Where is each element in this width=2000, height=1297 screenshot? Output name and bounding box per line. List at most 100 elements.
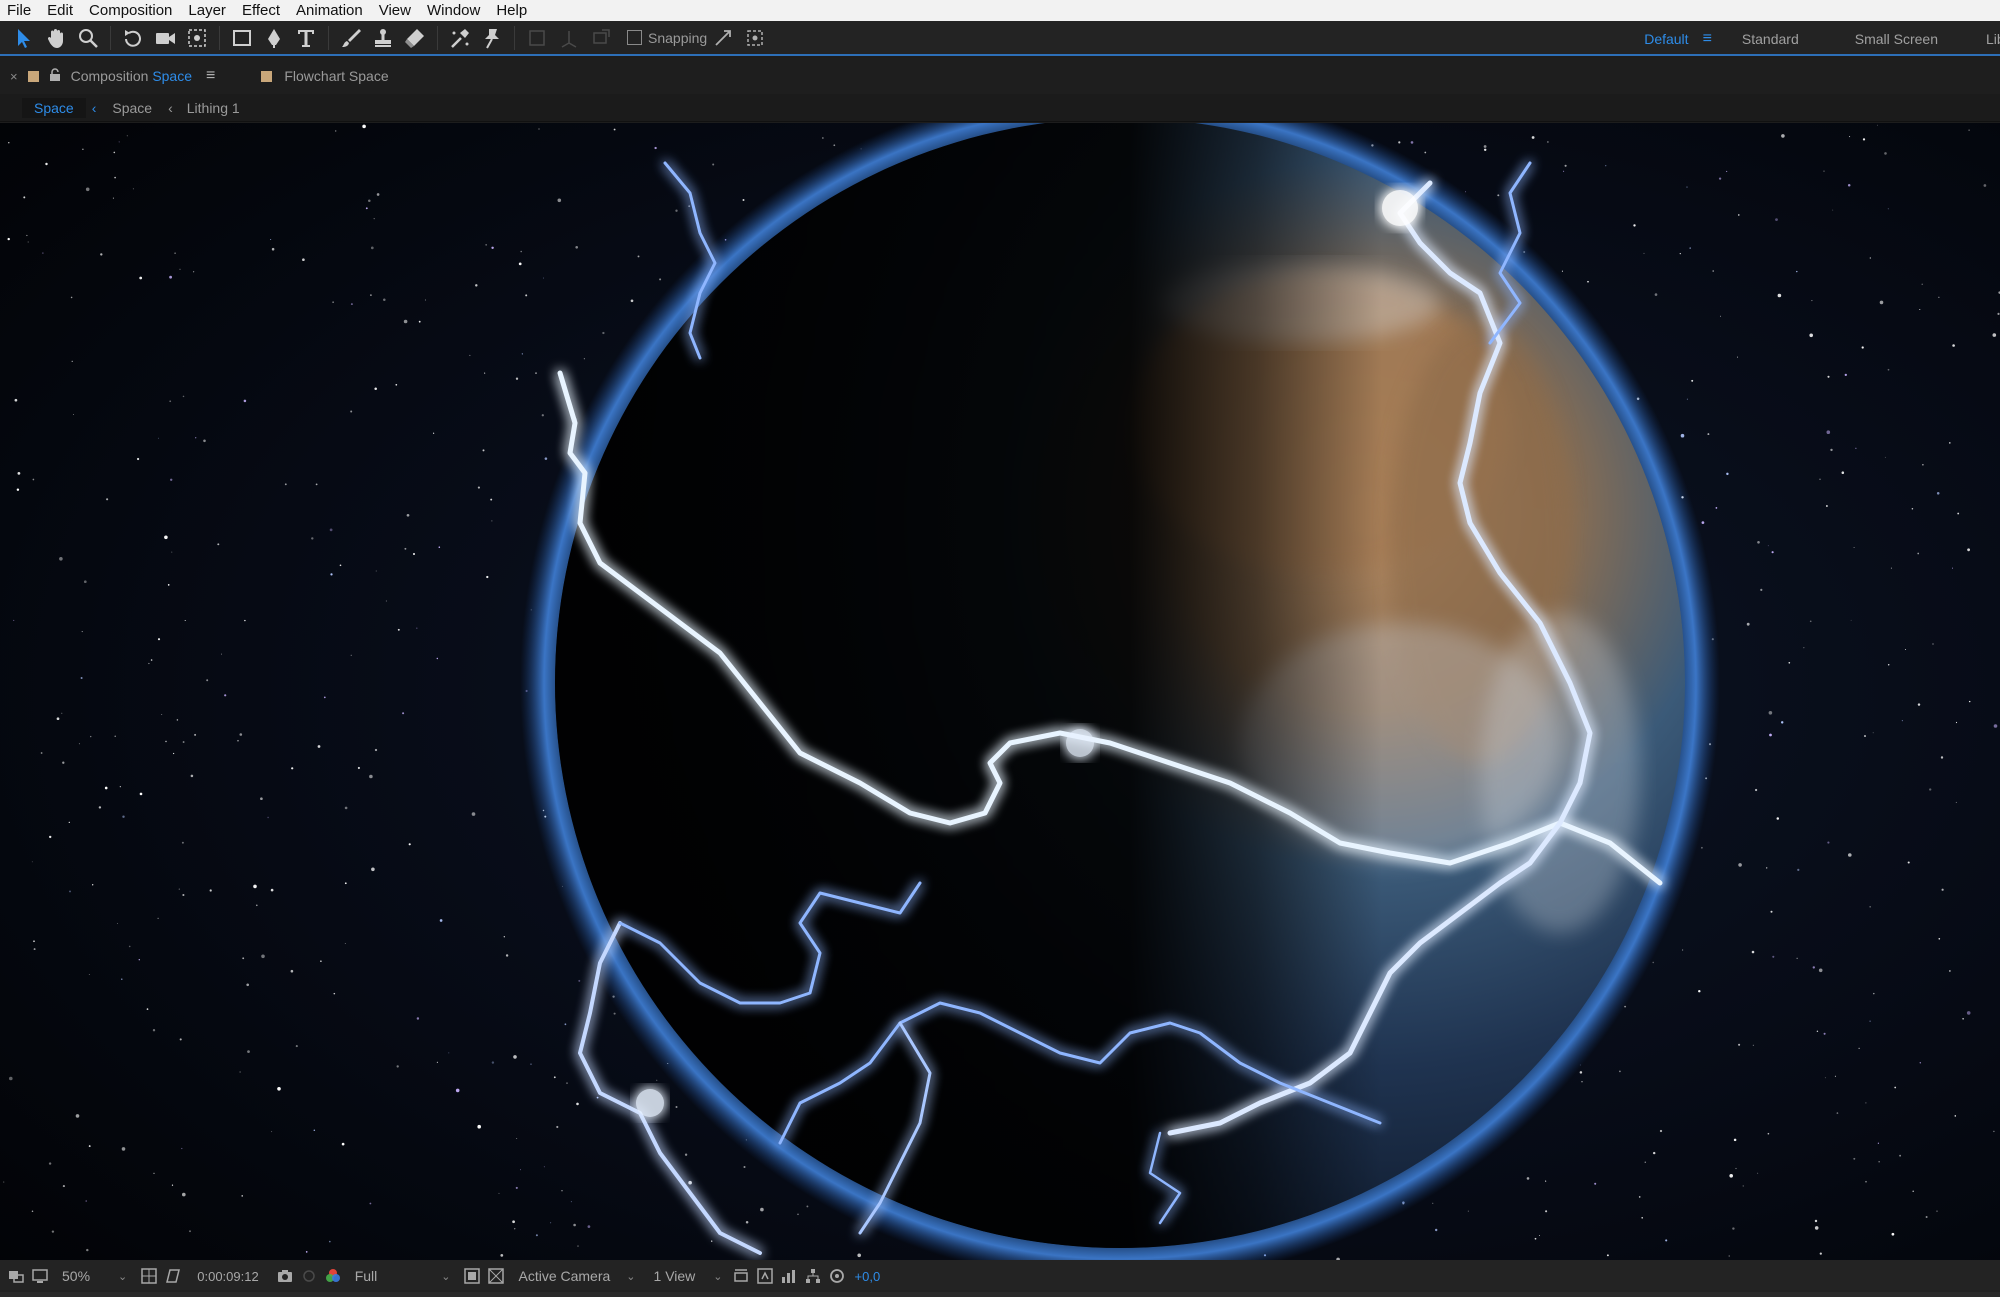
workspace-libraries[interactable]: Lib — [1986, 31, 2000, 47]
star — [1952, 344, 1955, 347]
exposure-value[interactable]: +0,0 — [855, 1269, 881, 1284]
tab-flowchart-space[interactable]: Flowchart Space — [284, 68, 388, 84]
breadcrumb-active[interactable]: Space — [22, 97, 86, 118]
toolbar-divider — [437, 25, 438, 50]
eraser-tool-icon[interactable] — [399, 23, 431, 53]
star — [1432, 1202, 1434, 1204]
view-layout-select[interactable]: 1 View ⌄ — [654, 1268, 723, 1284]
menu-composition[interactable]: Composition — [82, 0, 181, 21]
workspace-default[interactable]: Default — [1644, 31, 1688, 47]
lock-icon[interactable] — [49, 68, 61, 84]
star — [1726, 472, 1729, 476]
star — [1891, 1232, 1895, 1236]
toggle-pixel-aspect-icon[interactable] — [729, 1265, 753, 1287]
pan-behind-tool-icon[interactable] — [181, 23, 213, 53]
star — [1434, 1228, 1438, 1232]
menu-file[interactable]: File — [0, 0, 40, 21]
camera-tool-icon[interactable] — [149, 23, 181, 53]
star — [1726, 170, 1728, 172]
menu-animation[interactable]: Animation — [289, 0, 372, 21]
star — [1865, 1102, 1867, 1104]
monitor-icon[interactable] — [28, 1265, 52, 1287]
star — [182, 893, 185, 897]
hand-tool-icon[interactable] — [40, 23, 72, 53]
resolution-select[interactable]: Full ⌄ — [355, 1268, 451, 1284]
close-panel-icon[interactable]: × — [10, 69, 18, 84]
star — [1796, 957, 1798, 959]
mask-visibility-icon[interactable] — [161, 1265, 185, 1287]
snapshot-camera-icon[interactable] — [273, 1265, 297, 1287]
menu-edit[interactable]: Edit — [40, 0, 82, 21]
camera-select[interactable]: Active Camera ⌄ — [518, 1268, 635, 1284]
star — [1719, 315, 1721, 317]
breadcrumb-lithing[interactable]: Lithing 1 — [187, 100, 240, 116]
snapping-checkbox[interactable] — [627, 30, 642, 45]
rectangle-tool-icon[interactable] — [226, 23, 258, 53]
star — [31, 861, 33, 863]
star — [339, 564, 342, 567]
roto-brush-tool-icon[interactable] — [444, 23, 476, 53]
star — [1993, 724, 1998, 728]
clone-stamp-tool-icon[interactable] — [367, 23, 399, 53]
star — [469, 354, 471, 356]
menu-view[interactable]: View — [372, 0, 420, 21]
workspace-standard[interactable]: Standard — [1742, 31, 1799, 47]
current-time[interactable]: 0:00:09:12 — [197, 1269, 258, 1284]
always-preview-icon[interactable] — [4, 1265, 28, 1287]
region-of-interest-icon[interactable] — [460, 1265, 484, 1287]
star — [1899, 1154, 1901, 1157]
star — [1812, 966, 1815, 969]
brush-tool-icon[interactable] — [335, 23, 367, 53]
star — [1729, 1174, 1733, 1178]
workspace-menu-icon[interactable]: ≡ — [1703, 30, 1712, 48]
show-snapshot-icon[interactable] — [297, 1265, 321, 1287]
timeline-icon[interactable] — [777, 1265, 801, 1287]
type-tool-icon[interactable] — [290, 23, 322, 53]
zoom-tool-icon[interactable] — [72, 23, 104, 53]
star — [1775, 218, 1778, 221]
star — [1869, 257, 1871, 259]
star — [498, 1192, 500, 1194]
star — [302, 258, 305, 262]
color-channels-icon[interactable] — [321, 1265, 345, 1287]
star — [1686, 186, 1688, 188]
menu-effect[interactable]: Effect — [235, 0, 289, 21]
menu-window[interactable]: Window — [420, 0, 489, 21]
star — [171, 1184, 174, 1186]
flowchart-icon[interactable] — [801, 1265, 825, 1287]
reset-exposure-icon[interactable] — [825, 1265, 849, 1287]
fast-previews-icon[interactable] — [753, 1265, 777, 1287]
snap-edges-icon[interactable] — [707, 23, 739, 53]
snapping-toggle[interactable]: Snapping — [627, 30, 707, 46]
pen-tool-icon[interactable] — [258, 23, 290, 53]
panel-menu-icon[interactable]: ≡ — [206, 67, 215, 85]
star — [169, 400, 172, 403]
star — [237, 739, 239, 742]
menu-layer[interactable]: Layer — [181, 0, 235, 21]
axis-local-icon[interactable] — [521, 23, 553, 53]
star — [69, 890, 71, 893]
star — [490, 498, 493, 501]
axis-world-icon[interactable] — [553, 23, 585, 53]
transparency-grid-icon[interactable] — [484, 1265, 508, 1287]
snap-features-icon[interactable] — [739, 23, 771, 53]
tab-composition-space[interactable]: Composition Space — [71, 68, 192, 84]
star — [436, 657, 439, 660]
star — [1682, 949, 1684, 951]
star — [61, 712, 63, 714]
menu-help[interactable]: Help — [489, 0, 536, 21]
rotate-tool-icon[interactable] — [117, 23, 149, 53]
axis-view-icon[interactable] — [585, 23, 617, 53]
zoom-select[interactable]: 50% ⌄ — [62, 1268, 127, 1284]
star — [100, 253, 103, 256]
composition-viewer[interactable] — [0, 123, 2000, 1260]
star — [505, 954, 509, 957]
selection-tool-icon[interactable] — [8, 23, 40, 53]
breadcrumb-space[interactable]: Space — [112, 100, 152, 116]
star — [1771, 551, 1774, 554]
star — [455, 1088, 460, 1093]
safe-zones-icon[interactable] — [137, 1265, 161, 1287]
puppet-pin-tool-icon[interactable] — [476, 23, 508, 53]
star — [1814, 1226, 1819, 1230]
workspace-small-screen[interactable]: Small Screen — [1855, 31, 1938, 47]
